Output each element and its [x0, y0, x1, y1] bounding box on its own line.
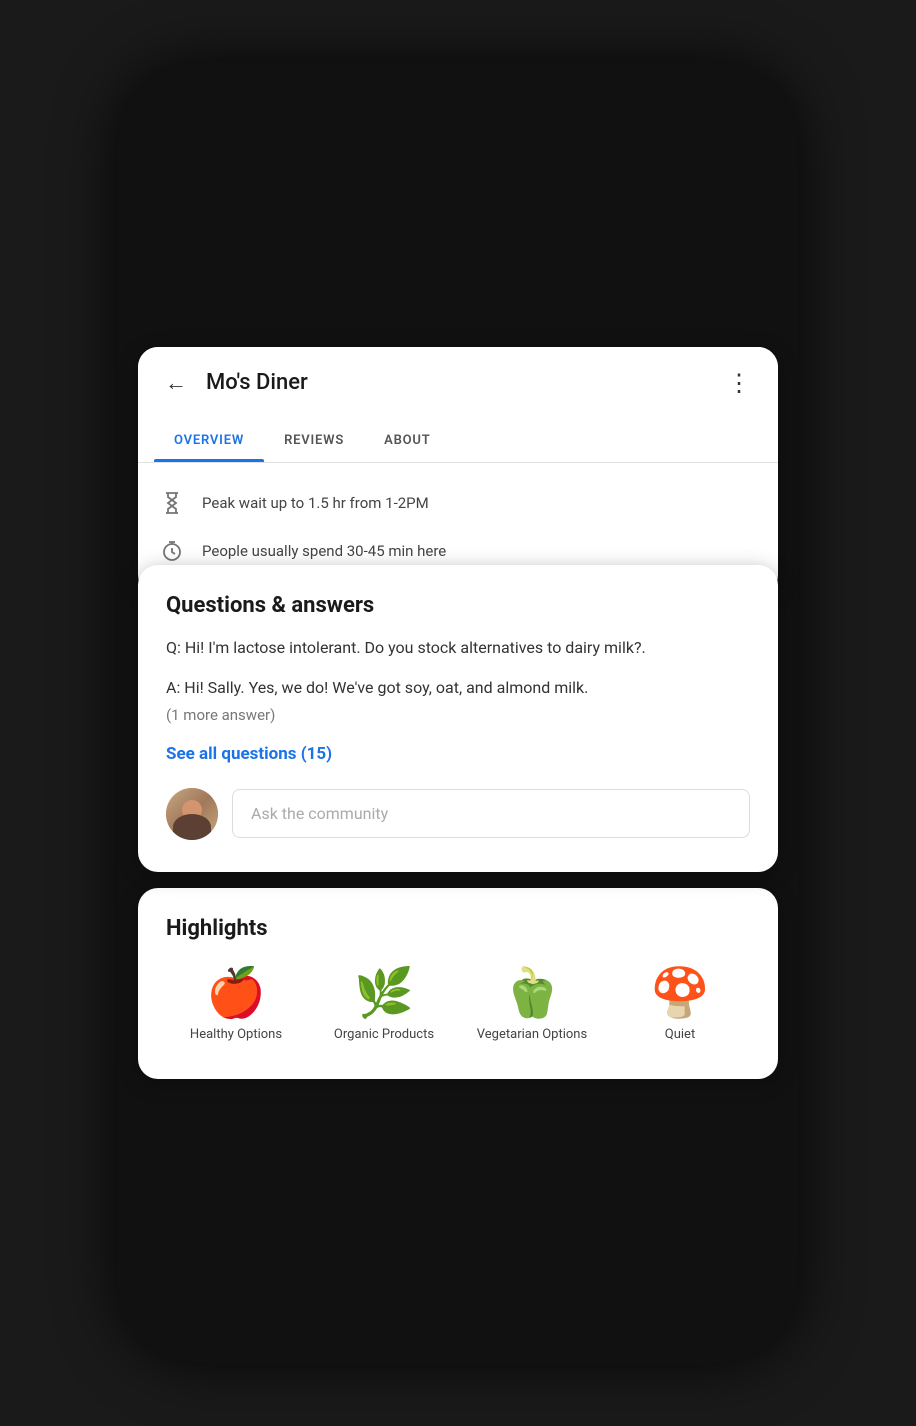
highlights-title: Highlights — [166, 916, 750, 941]
see-all-questions-link[interactable]: See all questions (15) — [166, 744, 750, 764]
vegetarian-options-label: Vegetarian Options — [477, 1027, 587, 1044]
tab-overview[interactable]: OVERVIEW — [154, 419, 264, 462]
qa-more-answers: (1 more answer) — [166, 706, 750, 724]
quiet-label: Quiet — [665, 1027, 695, 1044]
tab-about[interactable]: ABOUT — [364, 419, 450, 462]
organic-products-label: Organic Products — [334, 1027, 434, 1044]
tab-reviews[interactable]: REVIEWS — [264, 419, 364, 462]
timer-icon — [158, 537, 186, 565]
ask-community-input[interactable]: Ask the community — [232, 789, 750, 838]
phone-wrapper: ← Mo's Diner ⋮ OVERVIEW REVIEWS ABOUT — [0, 0, 916, 1426]
ask-community-row: Ask the community — [166, 788, 750, 840]
hourglass-icon — [158, 489, 186, 517]
wait-time-text: Peak wait up to 1.5 hr from 1-2PM — [202, 494, 429, 512]
healthy-options-icon: 🍎 — [206, 969, 266, 1017]
quiet-icon: 🍄 — [650, 969, 710, 1017]
highlight-healthy-options: 🍎 Healthy Options — [166, 969, 306, 1044]
highlights-grid: 🍎 Healthy Options 🌿 Organic Products 🫑 V… — [166, 969, 750, 1044]
top-card: ← Mo's Diner ⋮ OVERVIEW REVIEWS ABOUT — [138, 347, 778, 595]
header: ← Mo's Diner ⋮ — [138, 347, 778, 419]
avatar-image — [166, 788, 218, 840]
user-avatar — [166, 788, 218, 840]
highlight-organic-products: 🌿 Organic Products — [314, 969, 454, 1044]
qa-card: Questions & answers Q: Hi! I'm lactose i… — [138, 565, 778, 872]
healthy-options-label: Healthy Options — [190, 1027, 282, 1044]
highlight-vegetarian-options: 🫑 Vegetarian Options — [462, 969, 602, 1044]
back-arrow-icon: ← — [165, 370, 187, 396]
wait-time-row: Peak wait up to 1.5 hr from 1-2PM — [158, 479, 758, 527]
back-button[interactable]: ← — [158, 365, 194, 401]
place-title: Mo's Diner — [206, 370, 722, 395]
phone-content: ← Mo's Diner ⋮ OVERVIEW REVIEWS ABOUT — [138, 347, 778, 1080]
organic-products-icon: 🌿 — [354, 969, 414, 1017]
highlights-card: Highlights 🍎 Healthy Options 🌿 Organic P… — [138, 888, 778, 1080]
more-options-icon: ⋮ — [727, 369, 753, 397]
qa-answer: A: Hi! Sally. Yes, we do! We've got soy,… — [166, 676, 750, 700]
tab-bar: OVERVIEW REVIEWS ABOUT — [138, 419, 778, 463]
qa-title: Questions & answers — [166, 593, 750, 618]
vegetarian-options-icon: 🫑 — [502, 969, 562, 1017]
qa-question: Q: Hi! I'm lactose intolerant. Do you st… — [166, 636, 750, 660]
more-options-button[interactable]: ⋮ — [722, 365, 758, 401]
duration-text: People usually spend 30-45 min here — [202, 542, 446, 560]
highlight-quiet: 🍄 Quiet — [610, 969, 750, 1044]
